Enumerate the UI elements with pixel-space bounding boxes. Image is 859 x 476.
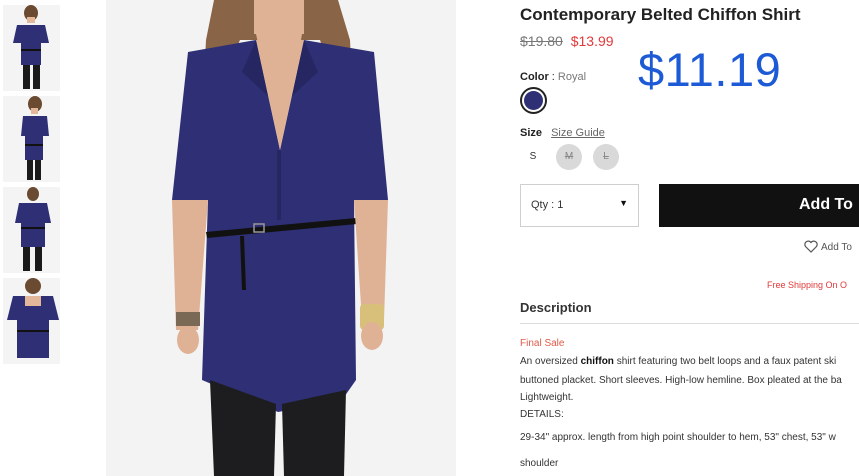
description-heading: Description	[520, 300, 592, 315]
caret-down-icon: ▼	[619, 198, 628, 208]
description-divider	[520, 323, 859, 324]
size-label: Size Size Guide	[520, 127, 605, 139]
thumbnail-2[interactable]	[3, 96, 60, 182]
description-line-1-pre: An oversized	[520, 356, 581, 367]
original-price: $19.80	[520, 33, 563, 49]
description-line-1: An oversized chiffon shirt featuring two…	[520, 356, 836, 367]
add-to-bag-label: Add To	[799, 196, 853, 213]
quantity-label: Qty : 1	[531, 199, 564, 211]
color-value: Royal	[557, 71, 587, 83]
thumbnail-1[interactable]	[3, 5, 60, 91]
price-row: $19.80 $13.99	[520, 33, 614, 49]
details-label: DETAILS:	[520, 409, 564, 420]
thumbnail-4[interactable]	[3, 278, 60, 364]
promo-price: $11.19	[638, 43, 782, 96]
size-guide-link[interactable]: Size Guide	[551, 127, 605, 139]
thumbnail-3[interactable]	[3, 187, 60, 273]
description-line-1-bold: chiffon	[580, 356, 614, 367]
size-option-l[interactable]: L	[593, 144, 619, 170]
description-line-1-post: shirt featuring two belt loops and a fau…	[613, 356, 837, 367]
heart-icon	[804, 240, 818, 253]
color-label-key: Color	[520, 71, 549, 83]
color-label: Color : Royal	[520, 71, 586, 83]
product-title: Contemporary Belted Chiffon Shirt	[520, 5, 801, 24]
size-label-key: Size	[520, 127, 543, 139]
sale-price: $13.99	[570, 33, 614, 49]
add-to-wishlist-link[interactable]: Add To	[804, 240, 852, 253]
quantity-select[interactable]: Qty : 1 ▼	[520, 184, 639, 227]
color-label-separator: :	[551, 71, 555, 83]
add-to-bag-button[interactable]: Add To	[659, 184, 859, 227]
free-shipping-text: Free Shipping On O	[767, 280, 848, 290]
main-product-image	[106, 0, 456, 476]
color-swatch-royal[interactable]	[520, 87, 547, 114]
final-sale-label: Final Sale	[520, 338, 565, 349]
description-line-2: buttoned placket. Short sleeves. High-lo…	[520, 375, 842, 386]
description-line-4: 29-34" approx. length from high point sh…	[520, 432, 836, 443]
size-option-m[interactable]: M	[556, 144, 582, 170]
wishlist-label: Add To	[821, 242, 852, 253]
description-line-3: Lightweight.	[520, 392, 574, 403]
swatch-fill	[524, 91, 543, 110]
size-option-s[interactable]: S	[520, 144, 546, 170]
description-line-5: shoulder	[520, 458, 559, 469]
